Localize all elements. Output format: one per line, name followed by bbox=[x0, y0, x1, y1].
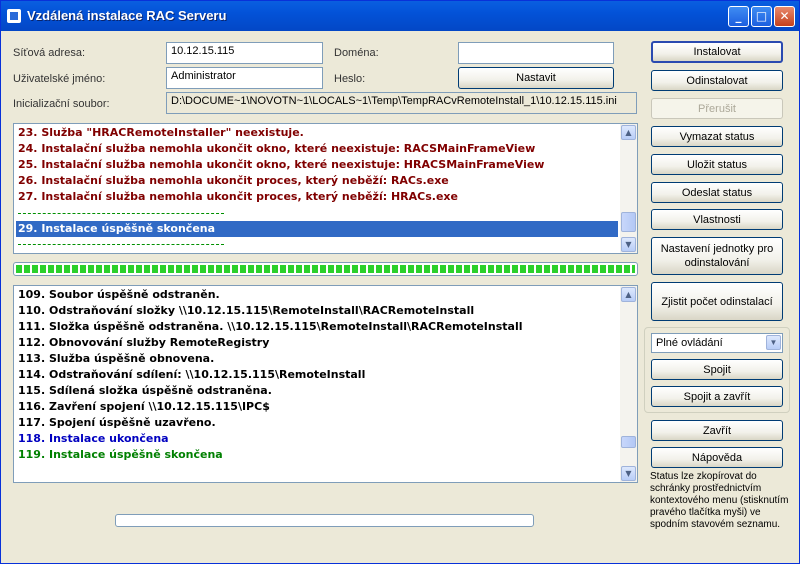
separator-line bbox=[18, 213, 224, 214]
interrupt-button[interactable]: Přerušit bbox=[651, 98, 783, 119]
list-item[interactable]: 119. Instalace úspěšně skončena bbox=[16, 447, 618, 463]
progress-fill bbox=[16, 265, 635, 273]
password-label: Heslo: bbox=[334, 73, 366, 85]
list-item[interactable]: 23. Služba "HRACRemoteInstaller" neexist… bbox=[16, 125, 618, 141]
list-item[interactable]: 113. Služba úspěšně obnovena. bbox=[16, 351, 618, 367]
set-password-button[interactable]: Nastavit bbox=[458, 67, 614, 89]
list-item[interactable]: 112. Obnovování služby RemoteRegistry bbox=[16, 335, 618, 351]
connect-close-button[interactable]: Spojit a zavřít bbox=[651, 386, 783, 407]
detail-list[interactable]: 109. Soubor úspěšně odstraněn. 110. Odst… bbox=[13, 285, 638, 483]
detail-scrollbar[interactable]: ▲ ▼ bbox=[620, 286, 637, 482]
control-mode-value: Plné ovládání bbox=[656, 337, 723, 349]
init-file-field[interactable]: D:\DOCUME~1\NOVOTN~1\LOCALS~1\Temp\TempR… bbox=[166, 92, 637, 114]
separator-line bbox=[18, 244, 224, 245]
list-item[interactable]: 24. Instalační služba nemohla ukončit ok… bbox=[16, 141, 618, 157]
properties-button[interactable]: Vlastnosti bbox=[651, 209, 783, 230]
scroll-down-icon[interactable]: ▼ bbox=[621, 466, 636, 481]
scroll-down-icon[interactable]: ▼ bbox=[621, 237, 636, 252]
control-mode-select[interactable]: Plné ovládání ▼ bbox=[651, 333, 783, 353]
save-status-button[interactable]: Uložit status bbox=[651, 154, 783, 175]
list-item[interactable]: 118. Instalace ukončena bbox=[16, 431, 618, 447]
list-item[interactable]: 117. Spojení úspěšně uzavřeno. bbox=[16, 415, 618, 431]
scroll-thumb[interactable] bbox=[621, 436, 636, 448]
chevron-down-icon[interactable]: ▼ bbox=[766, 335, 781, 350]
list-item[interactable]: 27. Instalační služba nemohla ukončit pr… bbox=[16, 189, 618, 205]
user-field[interactable]: Administrator bbox=[166, 67, 323, 89]
install-button[interactable]: Instalovat bbox=[651, 41, 783, 63]
help-button[interactable]: Nápověda bbox=[651, 447, 783, 468]
uninstall-button[interactable]: Odinstalovat bbox=[651, 70, 783, 91]
list-item[interactable]: 116. Zavření spojení \\10.12.15.115\IPC$ bbox=[16, 399, 618, 415]
window-title: Vzdálená instalace RAC Serveru bbox=[27, 8, 227, 23]
main-window: Vzdálená instalace RAC Serveru _ □ ✕ Síť… bbox=[0, 0, 800, 564]
maximize-button[interactable]: □ bbox=[751, 6, 772, 27]
scroll-thumb[interactable] bbox=[621, 212, 636, 232]
close-button[interactable]: Zavřít bbox=[651, 420, 783, 441]
init-file-label: Inicializační soubor: bbox=[13, 98, 110, 110]
list-item-selected[interactable]: 29. Instalace úspěšně skončena bbox=[16, 221, 618, 237]
domain-label: Doména: bbox=[334, 47, 379, 59]
list-item[interactable]: 110. Odstraňování složky \\10.12.15.115\… bbox=[16, 303, 618, 319]
scroll-up-icon[interactable]: ▲ bbox=[621, 287, 636, 302]
status-scrollbar[interactable]: ▲ ▼ bbox=[620, 124, 637, 253]
title-bar[interactable]: Vzdálená instalace RAC Serveru _ □ ✕ bbox=[1, 1, 799, 31]
list-item[interactable]: 111. Složka úspěšně odstraněna. \\10.12.… bbox=[16, 319, 618, 335]
app-icon bbox=[7, 9, 21, 23]
send-status-button[interactable]: Odeslat status bbox=[651, 182, 783, 203]
list-item[interactable]: 25. Instalační služba nemohla ukončit ok… bbox=[16, 157, 618, 173]
list-item[interactable]: 26. Instalační služba nemohla ukončit pr… bbox=[16, 173, 618, 189]
status-copy-note: Status lze zkopírovat do schránky prostř… bbox=[650, 471, 789, 530]
count-uninstalls-button[interactable]: Zjistit počet odinstalací bbox=[651, 282, 783, 321]
secondary-progress-bar bbox=[115, 514, 534, 527]
list-item[interactable]: 115. Sdílená složka úspěšně odstraněna. bbox=[16, 383, 618, 399]
connect-button[interactable]: Spojit bbox=[651, 359, 783, 380]
minimize-button[interactable]: _ bbox=[728, 6, 749, 27]
clear-status-button[interactable]: Vymazat status bbox=[651, 126, 783, 147]
install-progress-bar bbox=[13, 262, 638, 276]
uninstall-units-settings-button[interactable]: Nastavení jednotky pro odinstalování bbox=[651, 237, 783, 275]
close-window-button[interactable]: ✕ bbox=[774, 6, 795, 27]
scroll-up-icon[interactable]: ▲ bbox=[621, 125, 636, 140]
address-field[interactable]: 10.12.15.115 bbox=[166, 42, 323, 64]
list-item[interactable]: 114. Odstraňování sdílení: \\10.12.15.11… bbox=[16, 367, 618, 383]
user-label: Uživatelské jméno: bbox=[13, 73, 106, 85]
domain-field[interactable] bbox=[458, 42, 614, 64]
status-list[interactable]: 23. Služba "HRACRemoteInstaller" neexist… bbox=[13, 123, 638, 254]
list-item[interactable]: 109. Soubor úspěšně odstraněn. bbox=[16, 287, 618, 303]
address-label: Síťová adresa: bbox=[13, 47, 85, 59]
